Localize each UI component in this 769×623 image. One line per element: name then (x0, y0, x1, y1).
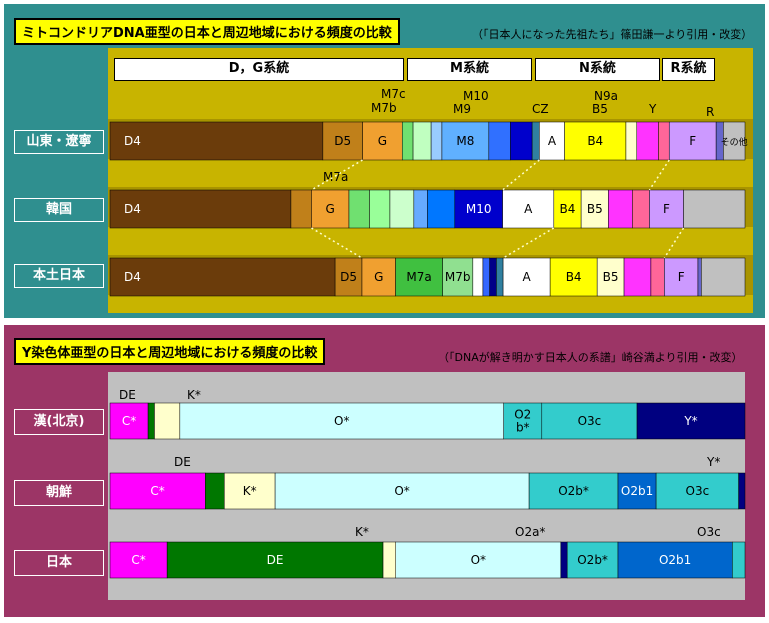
connector-line (502, 227, 555, 259)
segment-label: O3c (578, 414, 602, 428)
bar-segment (632, 189, 650, 229)
segment-label: B5 (587, 202, 603, 216)
bar-segment (382, 541, 396, 579)
bar-segment (738, 472, 746, 510)
annotation-label: O2a* (515, 525, 545, 539)
bar-segment (389, 189, 415, 229)
bar-segment (650, 257, 665, 297)
bar-segment (482, 257, 490, 297)
annotation-label: K* (187, 388, 201, 402)
bar-segment (413, 189, 428, 229)
segment-label: M8 (456, 134, 474, 148)
segment-label: G (374, 270, 383, 284)
segment-label: C* (131, 553, 145, 567)
segment-label: D5 (340, 270, 357, 284)
segment-label: F (689, 134, 696, 148)
segment-label: O* (394, 484, 409, 498)
annotation-label: M7a (323, 170, 348, 184)
segment-label: B4 (566, 270, 582, 284)
bar-segment (147, 402, 155, 440)
segment-label: D4 (124, 202, 141, 216)
bar-segment (531, 121, 540, 161)
bar-segment (290, 189, 312, 229)
segment-label: F (678, 270, 685, 284)
segment-label: DE (267, 553, 284, 567)
annotation-label: N9a (594, 89, 618, 103)
connector-line (648, 159, 670, 191)
annotation-label: Y (648, 102, 657, 116)
segment-label: M10 (466, 202, 492, 216)
segment-label: M7a (406, 270, 431, 284)
segment-label: O2b* (558, 484, 589, 498)
segment-label: M7b (445, 270, 471, 284)
segment-label: G (326, 202, 335, 216)
bar-segment (683, 189, 746, 229)
annotation-label: B5 (592, 102, 608, 116)
annotation-label: R (706, 105, 714, 119)
charts-svg: D4 D5 G M8 A B4 F その他 D4 G M10 A B4 B5 F D4 D5 G M7a M7b A B4… (109, 87, 748, 579)
annotation-label: Y* (706, 455, 720, 469)
bar-segment (510, 121, 533, 161)
bar-segment (560, 541, 568, 579)
bar-segment (427, 189, 456, 229)
segment-label: B4 (587, 134, 603, 148)
connector-line (502, 159, 540, 191)
bar-segment (701, 257, 746, 297)
annotation-label: M10 (463, 89, 489, 103)
segment-label: O2b* (577, 553, 608, 567)
annotation-label: CZ (532, 102, 549, 116)
segment-label: A (548, 134, 557, 148)
bar-segment (623, 257, 652, 297)
bar-segment (732, 541, 746, 579)
bar-segment (109, 121, 324, 161)
bar-segment (488, 121, 511, 161)
segment-label: C* (122, 414, 136, 428)
segment-label: O2 (514, 408, 531, 422)
segment-label: O* (334, 414, 349, 428)
bar-segment (401, 121, 414, 161)
segment-label: C* (150, 484, 164, 498)
bar-segment (496, 257, 504, 297)
segment-label: D4 (124, 134, 141, 148)
segment-label: D5 (334, 134, 351, 148)
bar-segment (369, 189, 391, 229)
bar-segment (697, 257, 702, 297)
segment-label: b* (516, 421, 530, 435)
bar-segment (412, 121, 432, 161)
annotation-label: K* (355, 525, 369, 539)
bar-segment (489, 257, 497, 297)
bar-segment (472, 257, 484, 297)
annotation-label: DE (119, 388, 136, 402)
bar-segment (636, 121, 659, 161)
segment-label: O2b1 (659, 553, 691, 567)
bar-segment (430, 121, 443, 161)
segment-label: K* (243, 484, 257, 498)
segment-label: A (523, 270, 532, 284)
segment-label: F (663, 202, 670, 216)
annotation-label: DE (174, 455, 191, 469)
connector-line (663, 227, 685, 259)
bar-segment (154, 402, 181, 440)
segment-label: Y* (683, 414, 697, 428)
annotation-label: M9 (453, 102, 471, 116)
segment-label: その他 (721, 136, 748, 148)
segment-label: O* (471, 553, 486, 567)
bar-segment (658, 121, 670, 161)
bar-segment (608, 189, 633, 229)
bar-segment (205, 472, 225, 510)
segment-label: D4 (124, 270, 141, 284)
annotation-label: M7c (381, 87, 406, 101)
connector-line (311, 227, 363, 259)
segment-label: O3c (686, 484, 710, 498)
segment-label: A (524, 202, 533, 216)
bar-segment (625, 121, 638, 161)
annotation-label: M7b (371, 101, 397, 115)
segment-label: B5 (603, 270, 619, 284)
segment-label: B4 (560, 202, 576, 216)
annotation-label: O3c (697, 525, 721, 539)
segment-label: O2b1 (621, 484, 653, 498)
bar-segment (348, 189, 370, 229)
bar-segment (109, 257, 336, 297)
segment-label: G (378, 134, 387, 148)
